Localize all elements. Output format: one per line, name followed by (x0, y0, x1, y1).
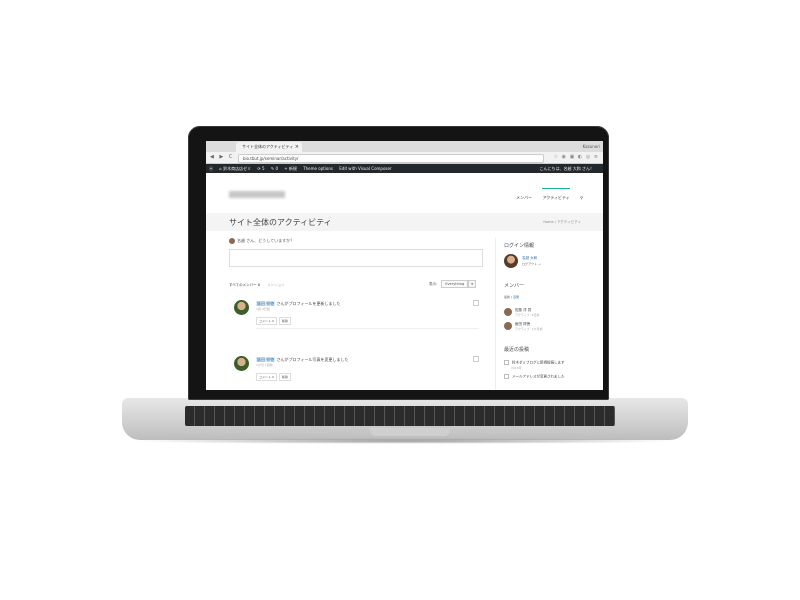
admin-greeting[interactable]: こんにちは、名越 大和 さん！ (539, 164, 594, 173)
admin-comments-link[interactable]: ✎ 0 (271, 166, 278, 171)
recent-post-item[interactable]: 鈴木ゼミブログに新規投稿します (504, 360, 565, 366)
comment-button[interactable]: コメント 0 (256, 317, 277, 325)
browser-toolbar: ◀ ▶ C ⌂ bio.tbut.jp/seminar/activity/ ☆ … (206, 152, 603, 164)
member-activity: アクティブ: 1か月前 (515, 327, 543, 331)
chevron-down-icon[interactable]: ▾ (468, 280, 477, 288)
filter-select[interactable]: Everything (441, 280, 469, 288)
login-heading: ログイン情報 (504, 243, 535, 249)
members-tab-active[interactable]: 活発 (513, 295, 519, 299)
admin-new-link[interactable]: + 新規 (284, 166, 297, 171)
laptop-keyboard (185, 406, 615, 426)
recent-post-date: 2015年 (511, 366, 522, 370)
site-logo[interactable] (229, 191, 285, 198)
checkbox-icon (504, 374, 509, 379)
members-tabs: 最新 | 活発 (504, 295, 519, 299)
site-header: メンバー アクティビティ ⚲ (206, 173, 603, 214)
browser-tab-bar: サイト全体のアクティビティ × Kazunori (206, 141, 603, 159)
logout-link[interactable]: ログアウト → (522, 262, 540, 266)
activity-user-link[interactable]: 飯田 祥徳 (256, 301, 276, 306)
whats-new-prompt: 名越 さん、どうしていますか？ (229, 238, 294, 244)
activity-buttons: コメント 0 削除 (256, 373, 293, 381)
laptop-screen: サイト全体のアクティビティ × Kazunori ◀ ▶ C ⌂ bio.tbu… (206, 141, 603, 390)
avatar (229, 238, 235, 244)
tab-all-members[interactable]: すべてのメンバー 8 (229, 283, 260, 287)
recent-post-title[interactable]: メールアドレスが変更されました (512, 375, 565, 379)
me-name-link[interactable]: 名越 大和 (522, 256, 537, 261)
delete-button[interactable]: 削除 (278, 373, 291, 381)
breadcrumb[interactable]: Home / アクティビティ (543, 220, 581, 225)
tab-title: サイト全体のアクティビティ (242, 144, 294, 149)
activity-tabs: すべてのメンバー 8 メンション (229, 283, 285, 288)
sidebar: ログイン情報 名越 大和 ログアウト → メンバー 最新 | 活発 佐藤 洋 賢… (495, 238, 599, 390)
laptop-trackpad-notch (370, 428, 450, 436)
extension-icons[interactable]: ☆ ◉ ▣ ◐ ◎ ≡ (554, 154, 599, 160)
laptop-shadow (130, 438, 680, 444)
favorite-icon[interactable] (473, 356, 479, 362)
checkbox-icon (504, 360, 509, 365)
activity-buttons: コメント 0 削除 (256, 317, 293, 325)
page-title-band: サイト全体のアクティビティ Home / アクティビティ (206, 213, 603, 231)
whats-new-text: 名越 さん、どうしていますか？ (237, 238, 295, 243)
admin-theme-options-link[interactable]: Theme options (303, 166, 333, 171)
avatar[interactable] (234, 356, 249, 371)
wp-admin-bar: ⓦ ⌂ 鈴木商店店ゼミ ⟳ 5 ✎ 0 + 新規 Theme options E… (206, 164, 603, 173)
avatar[interactable] (504, 254, 518, 268)
activity-user-link[interactable]: 飯田 祥徳 (256, 357, 276, 362)
activity-time[interactable]: 1週 4日前 (256, 307, 270, 311)
comment-button[interactable]: コメント 0 (256, 373, 277, 381)
member-activity: アクティブ: 8日前 (515, 313, 540, 317)
address-bar[interactable]: bio.tbut.jp/seminar/activity/ (238, 154, 544, 163)
admin-site-link[interactable]: ⌂ 鈴木商店店ゼミ (219, 166, 251, 171)
divider (256, 328, 479, 329)
main-menu: メンバー アクティビティ ⚲ (507, 188, 583, 201)
wordpress-icon[interactable]: ⓦ (209, 166, 213, 171)
activity-action: さんがプロフィール写真を変更しました (276, 357, 349, 362)
whats-new-textarea[interactable] (229, 249, 483, 267)
delete-button[interactable]: 削除 (278, 317, 291, 325)
filter-label: 表示: (429, 282, 438, 286)
profile-name[interactable]: Kazunori (583, 142, 600, 151)
recent-post-item[interactable]: メールアドレスが変更されました (504, 374, 565, 380)
favorite-icon[interactable] (473, 300, 479, 306)
admin-visual-composer-link[interactable]: Edit with Visual Composer (339, 166, 391, 171)
members-heading: メンバー (504, 283, 525, 289)
activity-action: さんがプロフィールを更新しました (276, 301, 341, 306)
menu-item-members[interactable]: メンバー (516, 195, 532, 200)
search-icon[interactable]: ⚲ (580, 195, 583, 200)
avatar[interactable] (234, 300, 249, 315)
avatar[interactable] (504, 322, 512, 330)
avatar[interactable] (504, 308, 512, 316)
page-title: サイト全体のアクティビティ (229, 218, 332, 227)
tab-close-icon[interactable]: × (295, 142, 299, 152)
activity-filter: 表示: Everything ▾ (429, 280, 477, 288)
admin-updates-link[interactable]: ⟳ 5 (257, 166, 264, 171)
browser-tab[interactable]: サイト全体のアクティビティ × (236, 142, 302, 152)
recent-posts-heading: 最近の投稿 (504, 347, 530, 353)
activity-time[interactable]: 1か月 1週前 (256, 363, 273, 367)
tab-mentions[interactable]: メンション (267, 283, 285, 287)
recent-post-title[interactable]: 鈴木ゼミブログに新規投稿します (512, 361, 565, 365)
menu-item-activity[interactable]: アクティビティ (542, 188, 570, 200)
